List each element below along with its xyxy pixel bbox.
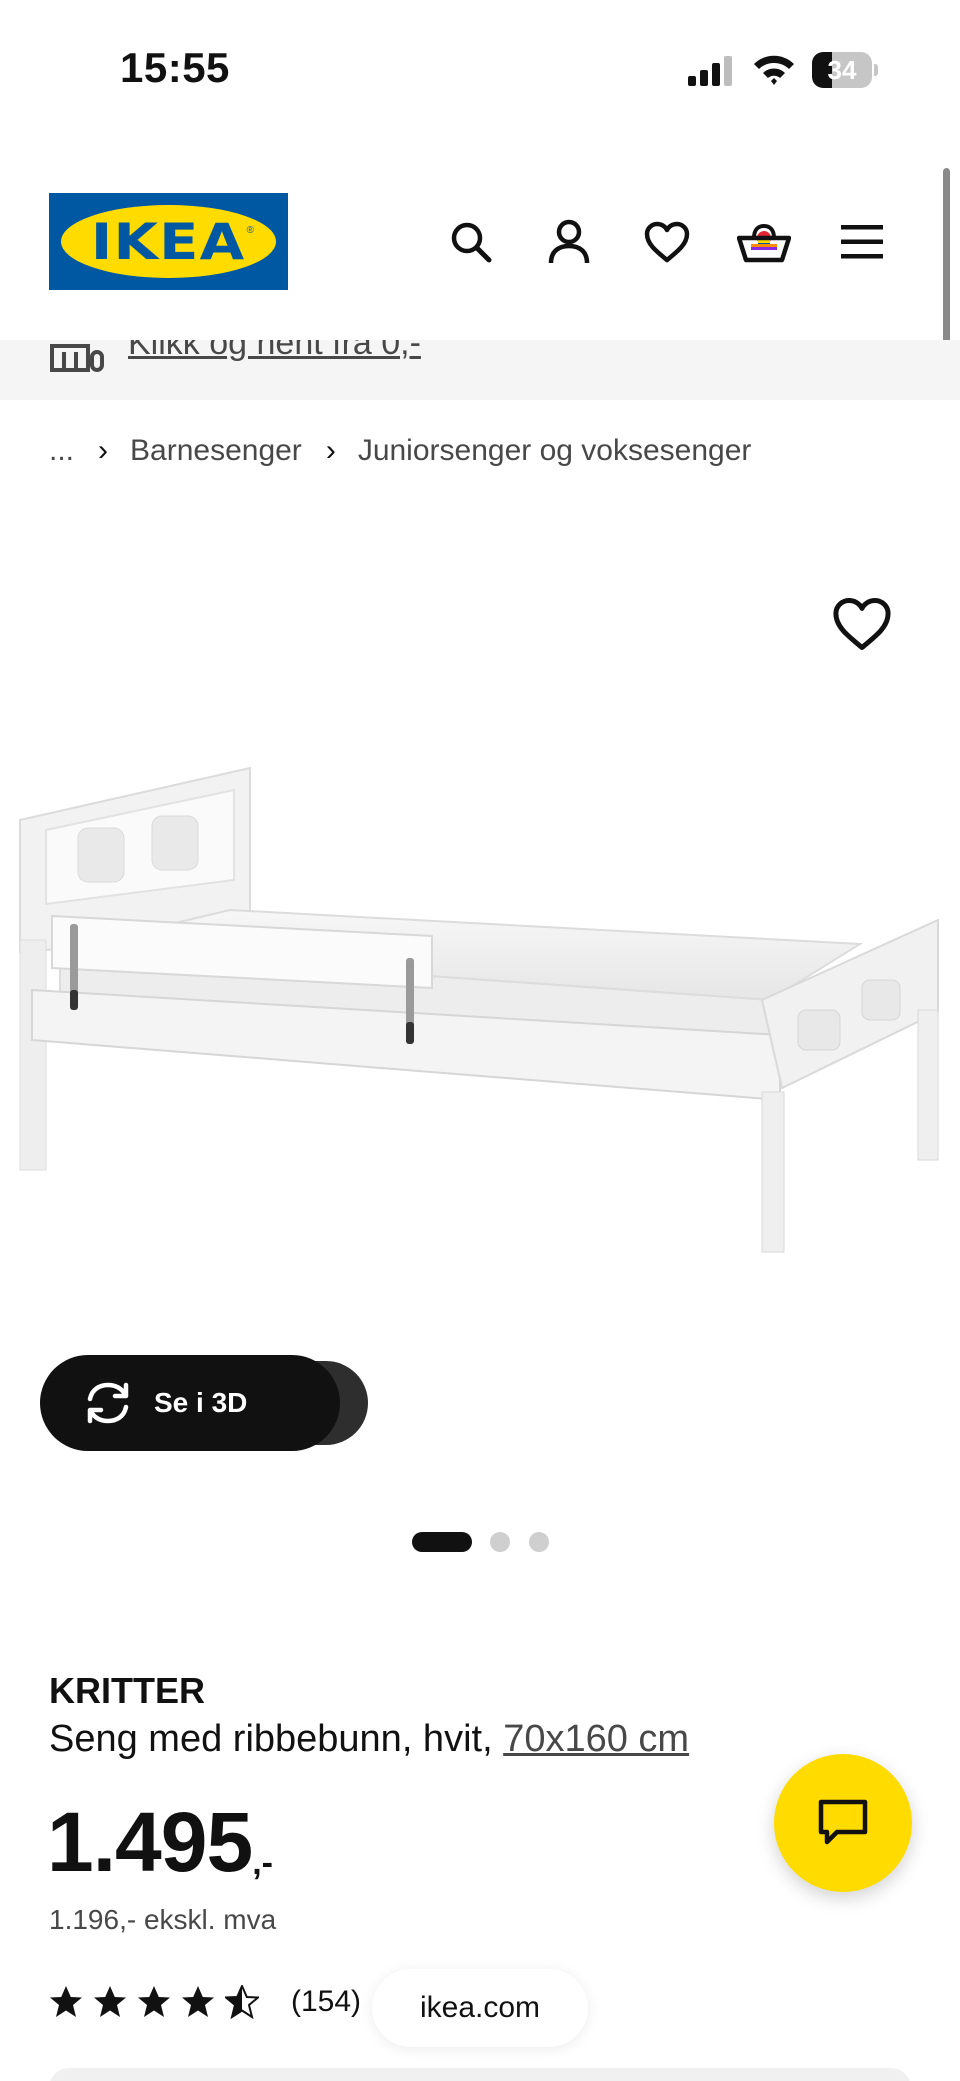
product-price: 1.495 ,- bbox=[47, 1800, 273, 1884]
status-time: 15:55 bbox=[120, 44, 230, 91]
breadcrumb-item-barnesenger[interactable]: Barnesenger bbox=[130, 434, 302, 468]
search-icon[interactable] bbox=[443, 214, 499, 270]
favorite-heart-icon[interactable] bbox=[832, 596, 892, 656]
price-decimal: ,- bbox=[252, 1844, 273, 1882]
promo-banner[interactable]: Klikk og hent fra 0,- bbox=[0, 340, 960, 400]
store-pickup-icon bbox=[50, 344, 104, 372]
logo-text: IKEA bbox=[91, 212, 246, 271]
product-description-text: Seng med ribbebunn, hvit, bbox=[49, 1718, 493, 1760]
chevron-right-icon: › bbox=[325, 434, 336, 467]
breadcrumb-ellipsis[interactable]: ... bbox=[49, 434, 74, 468]
battery-indicator: 34 bbox=[812, 52, 878, 88]
heart-icon[interactable] bbox=[639, 214, 695, 270]
product-rating[interactable]: (154) bbox=[49, 1980, 361, 2024]
breadcrumb-item-juniorsenger[interactable]: Juniorsenger og voksesenger bbox=[358, 434, 752, 468]
star-icon bbox=[182, 1986, 214, 2017]
star-icon bbox=[138, 1986, 170, 2017]
cellular-signal-icon bbox=[688, 56, 732, 86]
bottom-panel-edge bbox=[49, 2068, 911, 2081]
status-bar: 15:55 34 bbox=[0, 0, 960, 140]
review-count: (154) bbox=[291, 1985, 362, 2018]
carousel-dots bbox=[0, 1530, 960, 1552]
price-integer: 1.495 bbox=[47, 1795, 253, 1889]
menu-icon[interactable] bbox=[834, 214, 890, 270]
product-photo-bed bbox=[19, 766, 939, 1253]
rotate-3d-icon bbox=[87, 1382, 129, 1424]
chevron-right-icon: › bbox=[98, 434, 109, 467]
carousel-dot-3[interactable] bbox=[529, 1532, 549, 1552]
wifi-icon bbox=[754, 55, 794, 85]
chat-icon bbox=[818, 1799, 868, 1845]
breadcrumb: ... › Barnesenger › Juniorsenger og voks… bbox=[49, 428, 751, 474]
chat-button[interactable] bbox=[774, 1754, 912, 1892]
carousel-dot-2[interactable] bbox=[490, 1532, 510, 1552]
carousel-dot-1[interactable] bbox=[412, 1532, 472, 1552]
promo-link[interactable]: Klikk og hent fra 0,- bbox=[128, 340, 421, 363]
battery-level: 34 bbox=[827, 55, 857, 85]
star-icon bbox=[50, 1986, 82, 2017]
star-half-icon bbox=[225, 1985, 259, 2019]
browser-url-bar[interactable]: ikea.com bbox=[372, 1969, 588, 2047]
site-header: IKEA ® bbox=[0, 140, 960, 340]
scrollbar[interactable] bbox=[943, 168, 950, 358]
price-ex-vat: 1.196,- ekskl. mva bbox=[49, 1904, 277, 1935]
account-icon[interactable] bbox=[541, 214, 597, 270]
product-description: Seng med ribbebunn, hvit, 70x160 cm bbox=[49, 1718, 689, 1761]
product-name: KRITTER bbox=[49, 1670, 205, 1711]
view-3d-button[interactable]: Se i 3D bbox=[40, 1355, 340, 1451]
view-3d-label: Se i 3D bbox=[154, 1387, 248, 1418]
ikea-logo[interactable]: IKEA ® bbox=[49, 193, 288, 290]
product-size-link[interactable]: 70x160 cm bbox=[503, 1718, 689, 1760]
cart-icon[interactable] bbox=[736, 214, 792, 270]
product-image[interactable] bbox=[0, 540, 960, 1380]
star-icon bbox=[94, 1986, 126, 2017]
